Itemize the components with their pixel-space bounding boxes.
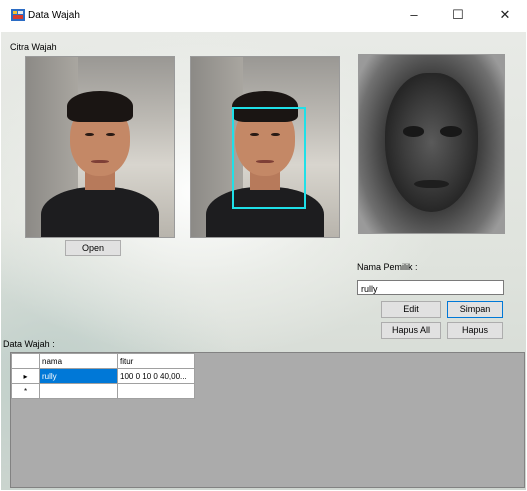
minimize-button[interactable]: –	[399, 4, 429, 26]
face-detection-box	[232, 107, 306, 209]
hapus-all-button[interactable]: Hapus All	[381, 322, 441, 339]
cell-fitur-new[interactable]	[117, 383, 195, 399]
form-client-area: Citra Wajah Open Nama Pemilik : rully Ed…	[1, 32, 526, 490]
row-header-current[interactable]: ▸	[11, 368, 40, 384]
simpan-button[interactable]: Simpan	[447, 301, 503, 318]
original-image-panel	[25, 56, 175, 238]
nama-pemilik-label: Nama Pemilik :	[357, 262, 418, 272]
data-wajah-grid[interactable]: nama fitur ▸ rully 100 0 10 0 40,00... *	[10, 352, 525, 488]
open-button[interactable]: Open	[65, 240, 121, 256]
cell-nama[interactable]: rully	[39, 368, 118, 384]
citra-wajah-label: Citra Wajah	[10, 42, 57, 52]
cell-fitur[interactable]: 100 0 10 0 40,00...	[117, 368, 195, 384]
hapus-button[interactable]: Hapus	[447, 322, 503, 339]
app-icon	[11, 9, 25, 21]
column-header-nama[interactable]: nama	[39, 353, 118, 369]
detected-face-panel	[190, 56, 340, 238]
maximize-button[interactable]: ☐	[443, 4, 473, 26]
data-wajah-label: Data Wajah :	[3, 339, 55, 349]
table-row[interactable]: ▸ rully 100 0 10 0 40,00...	[11, 368, 195, 384]
grid-header-row: nama fitur	[11, 353, 195, 369]
edit-button[interactable]: Edit	[381, 301, 441, 318]
table-row-new[interactable]: *	[11, 383, 195, 399]
nama-pemilik-input[interactable]: rully	[357, 280, 504, 295]
grayscale-face-panel	[358, 54, 505, 234]
cell-nama-new[interactable]	[39, 383, 118, 399]
close-button[interactable]: ✕	[490, 4, 520, 26]
data-grid-table: nama fitur ▸ rully 100 0 10 0 40,00... *	[11, 353, 195, 399]
title-bar: Data Wajah – ☐ ✕	[0, 0, 527, 32]
grid-corner-cell[interactable]	[11, 353, 40, 369]
row-header-new[interactable]: *	[11, 383, 40, 399]
column-header-fitur[interactable]: fitur	[117, 353, 195, 369]
window-title: Data Wajah	[28, 10, 80, 21]
